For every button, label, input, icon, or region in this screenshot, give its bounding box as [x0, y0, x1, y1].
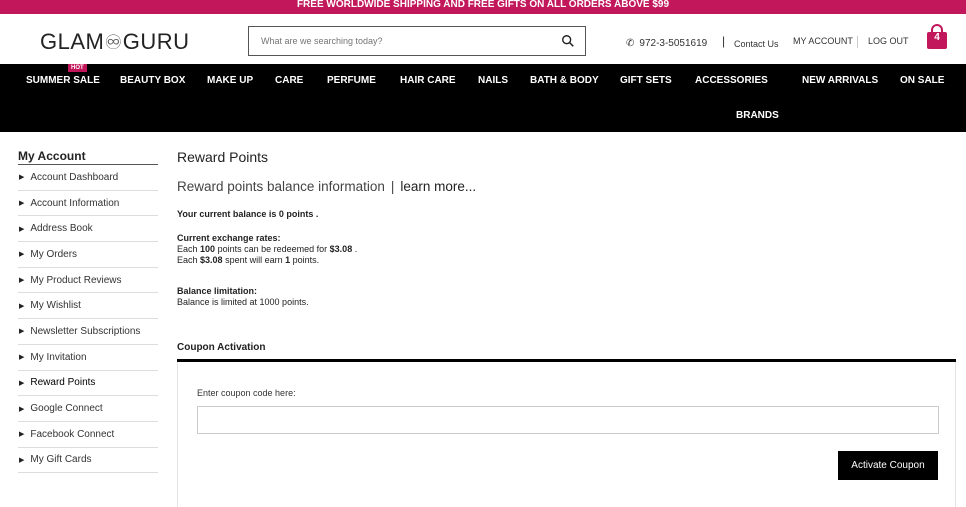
sidebar-item-label: My Invitation: [30, 351, 87, 363]
sidebar-item-my-orders[interactable]: ▶ My Orders: [18, 242, 158, 268]
nav-item-on-sale[interactable]: ON SALE: [900, 75, 944, 86]
limit-title: Balance limitation:: [177, 286, 258, 296]
phone: ✆ 972-3-5051619: [626, 38, 707, 49]
logo-mark: ♾: [104, 32, 123, 54]
caret-right-icon: ▶: [19, 277, 25, 285]
nav-item-gift-sets[interactable]: GIFT SETS: [620, 75, 672, 86]
nav-item-beauty-box[interactable]: BEAUTY BOX: [120, 75, 185, 86]
sidebar-item-my-invitation[interactable]: ▶ My Invitation: [18, 345, 158, 371]
phone-number: 972-3-5051619: [639, 38, 708, 49]
nav-item-summer-sale[interactable]: SUMMER SALE: [26, 75, 100, 86]
cart-button[interactable]: 4: [925, 24, 949, 50]
sidebar-item-my-gift-cards[interactable]: ▶ My Gift Cards: [18, 448, 158, 474]
rates-title: Current exchange rates:: [177, 233, 281, 243]
logo-right: GURU: [122, 29, 190, 54]
coupon-label: Enter coupon code here:: [197, 388, 296, 398]
sidebar-item-address-book[interactable]: ▶ Address Book: [18, 216, 158, 243]
activate-coupon-button[interactable]: Activate Coupon: [838, 451, 938, 480]
nav-item-perfume[interactable]: PERFUME: [327, 75, 376, 86]
sidebar-item-label: My Gift Cards: [30, 454, 92, 466]
search-box: [248, 26, 586, 56]
sidebar-item-label: Facebook Connect: [30, 428, 115, 440]
sidebar-item-label: My Wishlist: [30, 300, 81, 312]
sidebar-item-newsletter-subscriptions[interactable]: ▶ Newsletter Subscriptions: [18, 319, 158, 345]
main-content: Reward Points Reward points balance info…: [177, 149, 957, 507]
coupon-panel: Enter coupon code here: Activate Coupon: [177, 362, 956, 507]
section-subtitle: Reward points balance information | learn …: [177, 179, 476, 194]
caret-right-icon: ▶: [19, 200, 25, 208]
sidebar-item-label: My Product Reviews: [30, 274, 122, 286]
page-title: Reward Points: [177, 149, 269, 165]
nav-item-nails[interactable]: NAILS: [478, 75, 508, 86]
learn-more-link[interactable]: learn more...: [400, 179, 476, 194]
header-divider: [857, 36, 858, 48]
main-nav: HOT SUMMER SALE BEAUTY BOX MAKE UP CARE …: [0, 64, 966, 132]
sidebar-item-label: Account Dashboard: [30, 171, 119, 183]
sidebar-title: My Account: [18, 149, 158, 165]
sidebar-item-label: Newsletter Subscriptions: [30, 325, 141, 337]
hot-badge: HOT: [68, 64, 87, 72]
caret-right-icon: ▶: [19, 379, 25, 387]
sidebar-item-google-connect[interactable]: ▶ Google Connect: [18, 396, 158, 422]
caret-right-icon: ▶: [19, 328, 25, 336]
subtitle-separator: |: [390, 179, 395, 194]
nav-item-make-up[interactable]: MAKE UP: [207, 75, 253, 86]
sidebar-item-label: Reward Points: [30, 377, 96, 389]
caret-right-icon: ▶: [19, 431, 25, 439]
caret-right-icon: ▶: [19, 225, 25, 233]
sidebar-item-facebook-connect[interactable]: ▶ Facebook Connect: [18, 422, 158, 448]
caret-right-icon: ▶: [19, 354, 25, 362]
coupon-code-input[interactable]: [197, 406, 939, 434]
caret-right-icon: ▶: [19, 456, 25, 464]
exchange-rates: Current exchange rates: Each 100 points …: [177, 233, 358, 265]
phone-icon: ✆: [626, 38, 635, 49]
my-account-link[interactable]: MY ACCOUNT: [793, 36, 853, 46]
sidebar-item-reward-points[interactable]: ▶ Reward Points: [18, 371, 158, 397]
nav-item-accessories[interactable]: ACCESSORIES: [695, 75, 768, 86]
sidebar-item-label: Account Information: [30, 197, 120, 209]
logo[interactable]: GLAM♾GURU: [40, 29, 190, 55]
caret-right-icon: ▶: [19, 174, 25, 182]
cart-count: 4: [934, 32, 940, 43]
nav-item-new-arrivals[interactable]: NEW ARRIVALS: [802, 75, 878, 86]
nav-item-hair-care[interactable]: HAIR CARE: [400, 75, 456, 86]
account-sidebar: My Account ▶ Account Dashboard ▶ Account I…: [18, 149, 158, 474]
logo-left: GLAM: [40, 29, 105, 54]
caret-right-icon: ▶: [19, 302, 25, 310]
limit-text: Balance is limited at 1000 points.: [177, 297, 309, 307]
subtitle-text: Reward points balance information: [177, 179, 385, 194]
caret-right-icon: ▶: [19, 405, 25, 413]
nav-item-brands[interactable]: BRANDS: [736, 110, 779, 121]
sidebar-item-account-dashboard[interactable]: ▶ Account Dashboard: [18, 165, 158, 191]
header: GLAM♾GURU ✆ 972-3-5051619 | Contact Us M…: [0, 14, 966, 64]
search-input[interactable]: [249, 27, 549, 55]
sidebar-item-label: My Orders: [30, 248, 78, 260]
sidebar-item-my-wishlist[interactable]: ▶ My Wishlist: [18, 293, 158, 320]
sidebar-item-account-information[interactable]: ▶ Account Information: [18, 191, 158, 217]
sidebar-item-label: Google Connect: [30, 403, 103, 415]
sidebar-item-label: Address Book: [30, 223, 93, 235]
balance-text: Your current balance is 0 points .: [177, 209, 319, 219]
search-icon[interactable]: [561, 34, 575, 48]
logout-link[interactable]: LOG OUT: [868, 36, 909, 46]
coupon-title: Coupon Activation: [177, 342, 266, 353]
header-separator: |: [722, 34, 726, 48]
nav-item-care[interactable]: CARE: [275, 75, 303, 86]
nav-item-bath-body[interactable]: BATH & BODY: [530, 75, 599, 86]
balance-limitation: Balance limitation: Balance is limited a…: [177, 286, 309, 308]
sidebar-item-my-product-reviews[interactable]: ▶ My Product Reviews: [18, 268, 158, 294]
caret-right-icon: ▶: [19, 251, 25, 259]
contact-us-link[interactable]: Contact Us: [734, 39, 779, 49]
promo-banner: FREE WORLDWIDE SHIPPING AND FREE GIFTS O…: [0, 0, 966, 14]
